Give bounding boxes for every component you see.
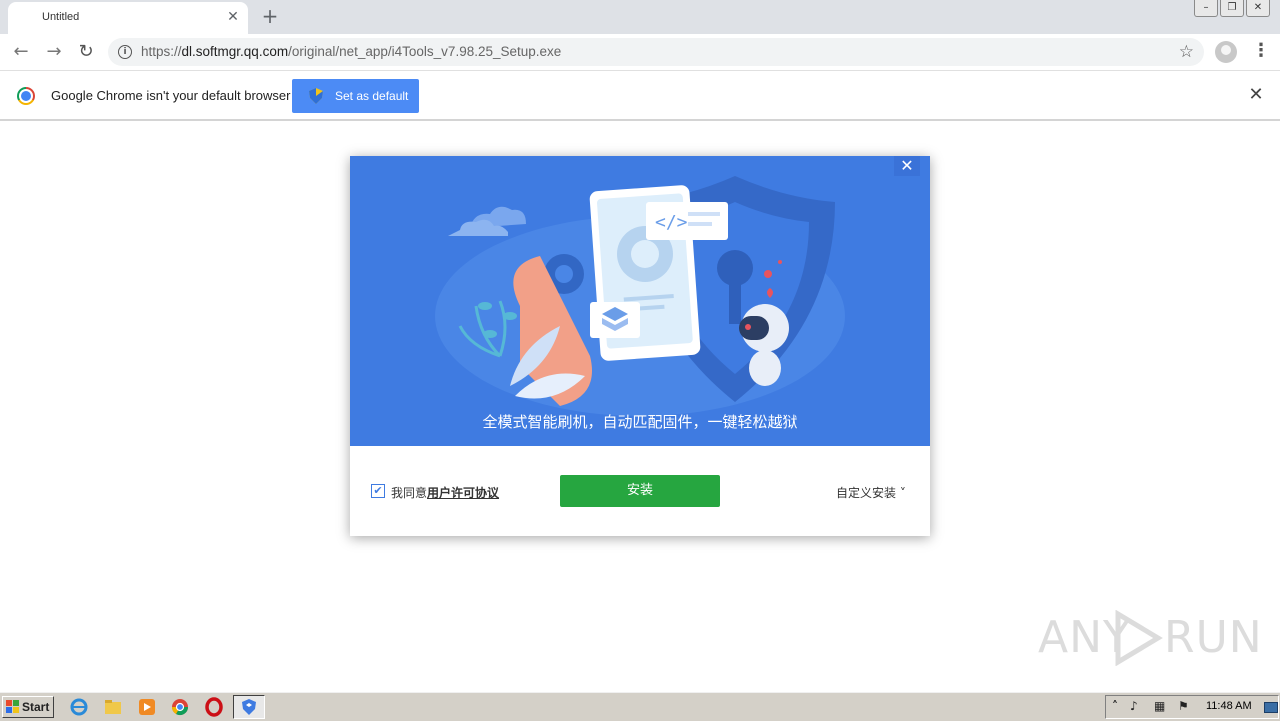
show-desktop-icon[interactable] bbox=[1264, 702, 1278, 713]
address-bar[interactable]: i https://dl.softmgr.qq.com/original/net… bbox=[108, 38, 1204, 66]
minimize-button[interactable]: – bbox=[1194, 0, 1218, 17]
installer-icon bbox=[242, 699, 256, 715]
installer-dialog: </> ✕ 全模式智能刷机，自动匹配固件，一键轻松越狱 ✔ 我同意用户许可协议 … bbox=[350, 156, 930, 536]
close-window-button[interactable]: ✕ bbox=[1246, 0, 1270, 17]
tab-title: Untitled bbox=[42, 11, 80, 23]
reload-icon[interactable]: ↻ bbox=[75, 42, 97, 62]
taskbar: Start ˄ ♪ ▦ ⚑ 11:48 AM bbox=[0, 692, 1280, 721]
custom-install-dropdown[interactable]: 自定义安装 ˅ bbox=[836, 484, 906, 501]
windows-flag-icon bbox=[6, 700, 19, 713]
chrome-logo-icon bbox=[17, 87, 35, 105]
agreement-text: 我同意用户许可协议 bbox=[391, 486, 500, 500]
agree-checkbox[interactable]: ✔ bbox=[371, 484, 385, 498]
banner-slogan: 全模式智能刷机，自动匹配固件，一键轻松越狱 bbox=[482, 413, 798, 431]
infobar-message: Google Chrome isn't your default browser bbox=[51, 88, 291, 103]
install-button[interactable]: 安装 bbox=[560, 475, 720, 507]
tray-expand-icon[interactable]: ˄ bbox=[1112, 699, 1118, 713]
url-text[interactable]: https://dl.softmgr.qq.com/original/net_a… bbox=[141, 44, 561, 59]
clock[interactable]: 11:48 AM bbox=[1206, 700, 1252, 712]
action-center-flag-icon[interactable]: ⚑ bbox=[1178, 699, 1189, 713]
chrome-menu-icon[interactable]: ⋮ bbox=[1252, 42, 1270, 62]
back-arrow-icon[interactable]: ← bbox=[10, 42, 32, 62]
license-agreement-link[interactable]: 用户许可协议 bbox=[427, 486, 499, 500]
set-as-default-button[interactable]: Set as default bbox=[292, 79, 419, 113]
start-button[interactable]: Start bbox=[2, 696, 54, 718]
ie-icon[interactable] bbox=[69, 697, 89, 717]
tab-close-icon[interactable]: ✕ bbox=[224, 8, 242, 26]
default-browser-infobar: Google Chrome isn't your default browser… bbox=[0, 71, 1280, 121]
bookmark-star-icon[interactable]: ☆ bbox=[1179, 42, 1194, 62]
play-logo-icon bbox=[1115, 610, 1163, 666]
dialog-close-icon[interactable]: ✕ bbox=[894, 156, 920, 176]
profile-avatar-icon[interactable] bbox=[1215, 41, 1237, 63]
browser-tab[interactable]: Untitled ✕ bbox=[8, 2, 248, 34]
info-icon[interactable]: i bbox=[118, 45, 132, 59]
media-player-icon[interactable] bbox=[137, 697, 157, 717]
installer-banner: </> ✕ 全模式智能刷机，自动匹配固件，一键轻松越狱 bbox=[350, 156, 930, 446]
svg-text:</>: </> bbox=[655, 212, 688, 233]
opera-icon[interactable] bbox=[204, 697, 224, 717]
restore-button[interactable]: ❐ bbox=[1220, 0, 1244, 17]
system-tray: ˄ ♪ ▦ ⚑ 11:48 AM bbox=[1105, 695, 1279, 719]
anyrun-watermark: ANY RUN bbox=[1038, 608, 1262, 668]
installer-taskbar-button[interactable] bbox=[233, 695, 265, 719]
explorer-icon[interactable] bbox=[103, 697, 123, 717]
forward-arrow-icon[interactable]: → bbox=[43, 42, 65, 62]
browser-toolbar: ← → ↻ i https://dl.softmgr.qq.com/origin… bbox=[0, 34, 1280, 71]
uac-shield-icon bbox=[309, 88, 323, 104]
infobar-close-icon[interactable]: ✕ bbox=[1246, 85, 1266, 105]
window-controls: – ❐ ✕ bbox=[1192, 0, 1270, 18]
new-tab-button[interactable]: + bbox=[260, 6, 280, 27]
tab-strip: Untitled ✕ + – ❐ ✕ bbox=[0, 0, 1280, 34]
chrome-icon[interactable] bbox=[170, 697, 190, 717]
volume-icon[interactable]: ♪ bbox=[1130, 699, 1138, 713]
banner-illustration: </> bbox=[435, 176, 845, 416]
network-icon[interactable]: ▦ bbox=[1154, 699, 1165, 713]
